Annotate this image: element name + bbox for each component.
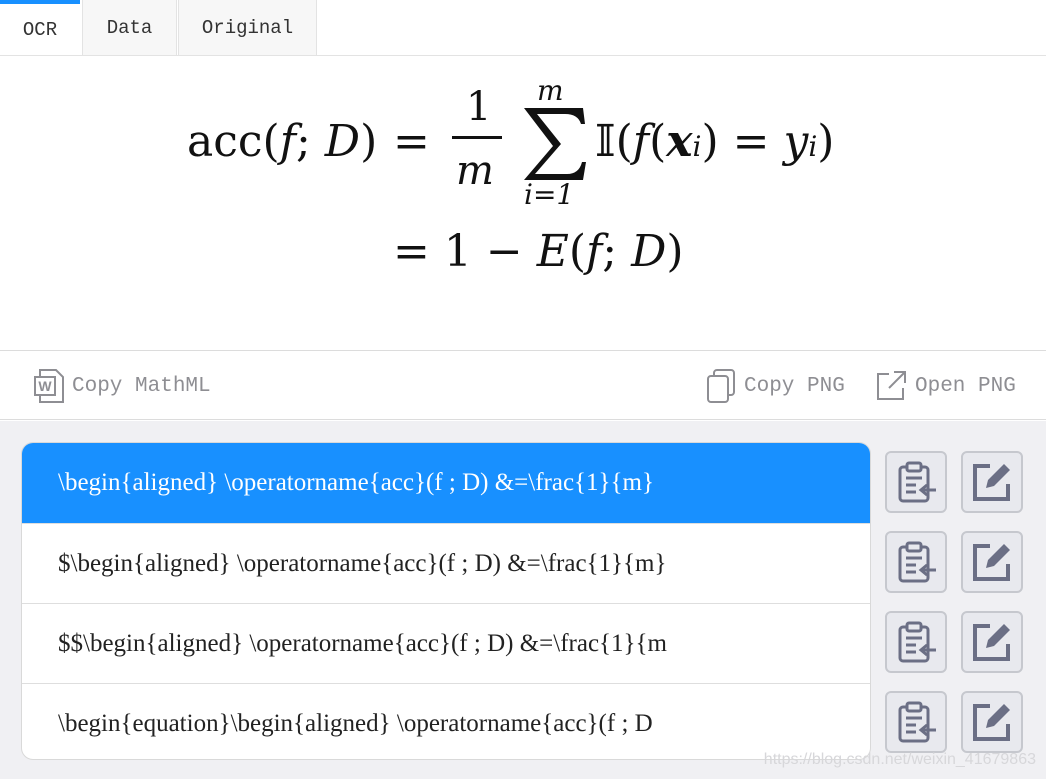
svg-text:W: W [38, 378, 52, 394]
formula-acc-lhs: acc(f; D) [187, 116, 378, 167]
edit-button[interactable] [961, 531, 1023, 593]
latex-result-row[interactable]: $$\begin{aligned} \operatorname{acc}(f ;… [22, 603, 870, 683]
formula-indicator-term: 𝕀(f(xi) = yi) [595, 116, 835, 167]
fraction-denominator: m [456, 148, 494, 194]
paste-button[interactable] [885, 691, 947, 753]
edit-icon [973, 544, 1010, 581]
paste-button[interactable] [885, 451, 947, 513]
open-png-label: Open PNG [915, 374, 1016, 398]
latex-results-list: \begin{aligned} \operatorname{acc}(f ; D… [21, 442, 871, 760]
sum-upper-limit: m [537, 74, 564, 107]
copy-png-label: Copy PNG [744, 374, 845, 398]
formula-line-2: = 1 − E(f; D) [393, 226, 684, 277]
tab-original[interactable]: Original [178, 0, 317, 55]
copy-icon [707, 369, 735, 403]
fraction-bar [452, 136, 502, 139]
word-doc-icon: W [34, 369, 64, 403]
action-bar: W Copy MathML Copy PNG Open PNG [0, 350, 1046, 420]
results-panel: \begin{aligned} \operatorname{acc}(f ; D… [0, 421, 1046, 779]
clipboard-paste-icon [898, 541, 936, 583]
summation-icon [524, 108, 586, 180]
latex-result-row[interactable]: $\begin{aligned} \operatorname{acc}(f ; … [22, 523, 870, 603]
tab-bar: OCR Data Original [0, 0, 1046, 56]
edit-icon [973, 624, 1010, 661]
clipboard-paste-icon [898, 621, 936, 663]
copy-mathml-label: Copy MathML [72, 374, 211, 398]
sum-lower-limit: i=1 [524, 178, 575, 211]
paste-button[interactable] [885, 611, 947, 673]
paste-button[interactable] [885, 531, 947, 593]
edit-button[interactable] [961, 451, 1023, 513]
edit-icon [973, 464, 1010, 501]
edit-icon [973, 704, 1010, 741]
edit-button[interactable] [961, 691, 1023, 753]
latex-result-row[interactable]: \begin{equation}\begin{aligned} \operato… [22, 683, 870, 759]
clipboard-paste-icon [898, 701, 936, 743]
tab-ocr[interactable]: OCR [0, 0, 80, 55]
copy-mathml-button[interactable]: W Copy MathML [34, 351, 211, 421]
copy-png-button[interactable]: Copy PNG [706, 351, 845, 421]
clipboard-paste-icon [898, 461, 936, 503]
tab-data[interactable]: Data [82, 0, 177, 55]
latex-result-row[interactable]: \begin{aligned} \operatorname{acc}(f ; D… [22, 443, 870, 523]
external-link-icon [877, 371, 906, 400]
watermark: https://blog.csdn.net/weixin_41679863 [763, 751, 1036, 768]
formula-preview: acc(f; D) = 1 m m i=1 𝕀(f(xi) = yi) = 1 … [0, 56, 1046, 350]
formula-equals-1: = [393, 116, 430, 167]
fraction-numerator: 1 [466, 84, 492, 130]
edit-button[interactable] [961, 611, 1023, 673]
open-png-button[interactable]: Open PNG [875, 351, 1016, 421]
